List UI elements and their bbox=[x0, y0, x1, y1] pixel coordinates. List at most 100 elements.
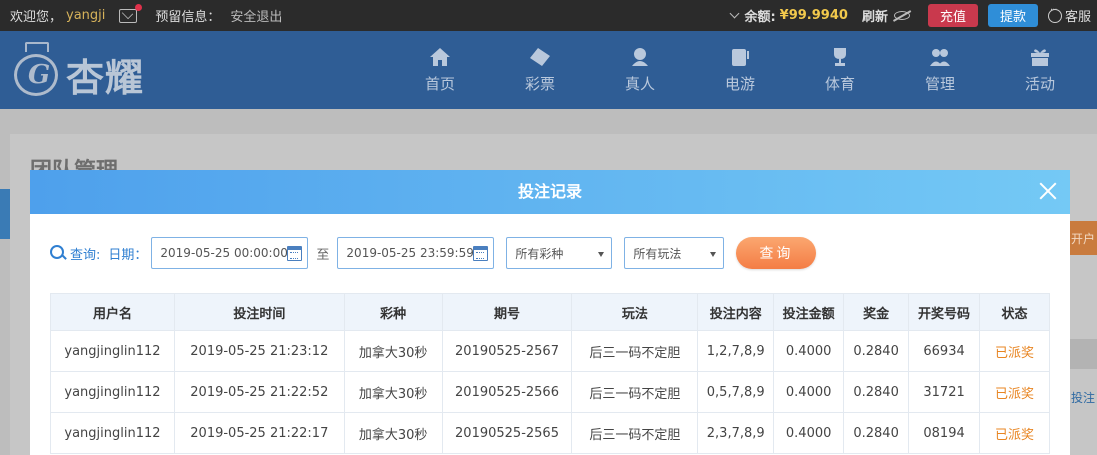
bet-link[interactable]: 投注 bbox=[1071, 389, 1095, 406]
to-label: 至 bbox=[316, 247, 330, 263]
withdraw-button[interactable]: 提款 bbox=[987, 4, 1038, 27]
nav-label: 电游 bbox=[724, 74, 755, 93]
table-cell: 0.2840 bbox=[843, 371, 910, 413]
search-icon bbox=[50, 245, 66, 261]
modal-header: 投注记录 bbox=[30, 170, 1070, 214]
customer-service-label: 客服 bbox=[1064, 10, 1091, 25]
column-header: 状态 bbox=[979, 293, 1050, 331]
column-header: 投注内容 bbox=[697, 293, 775, 331]
refresh-link[interactable]: 刷新 bbox=[862, 6, 888, 25]
nav-label: 管理 bbox=[924, 74, 955, 93]
calendar-icon[interactable] bbox=[473, 246, 489, 261]
table-cell: 66934 bbox=[908, 330, 981, 372]
start-date-input[interactable]: 2019-05-25 00:00:00 bbox=[151, 237, 309, 269]
dropdown-arrow-icon bbox=[710, 252, 717, 257]
gift-icon bbox=[1031, 48, 1049, 66]
nav-management[interactable]: 管理 bbox=[890, 31, 990, 109]
balance-value: ¥99.9940 bbox=[779, 8, 848, 23]
nav-label: 彩票 bbox=[524, 74, 555, 93]
reserved-info-label: 预留信息： bbox=[155, 10, 221, 25]
trophy-icon bbox=[834, 47, 846, 66]
column-header: 投注时间 bbox=[173, 293, 345, 331]
top-bar: 欢迎您， yangji 预留信息： 安全退出 余额: ¥99.9940 刷新 充… bbox=[0, 0, 1097, 31]
status-cell: 已派奖 bbox=[979, 412, 1050, 454]
table-cell: 0.2840 bbox=[843, 412, 910, 454]
table-cell: 0.4000 bbox=[773, 330, 845, 372]
mail-icon[interactable] bbox=[119, 3, 143, 23]
column-header: 投注金额 bbox=[773, 293, 845, 331]
query-button[interactable]: 查询 bbox=[736, 237, 817, 269]
nav-sports[interactable]: 体育 bbox=[790, 31, 890, 109]
table-row[interactable]: yangjinglin112 2019-05-25 21:22:17 加拿大30秒 2… bbox=[50, 412, 1050, 454]
balance-label: 余额: bbox=[744, 10, 776, 25]
column-header: 玩法 bbox=[571, 293, 699, 331]
side-accent bbox=[0, 189, 10, 239]
dropdown-arrow-icon bbox=[598, 252, 605, 257]
open-account-button[interactable]: 开户 bbox=[1069, 221, 1097, 255]
live-dealer-icon bbox=[632, 47, 648, 66]
logo[interactable]: G 杏耀 bbox=[12, 37, 144, 102]
nav-label: 首页 bbox=[424, 74, 455, 93]
notification-dot bbox=[135, 3, 143, 11]
status-cell: 已派奖 bbox=[979, 330, 1050, 372]
play-select[interactable]: 所有玩法 bbox=[624, 237, 725, 269]
table-header-row: 用户名 投注时间 彩种 期号 玩法 投注内容 投注金额 奖金 开奖号码 状态 bbox=[50, 293, 1050, 331]
nav-live[interactable]: 真人 bbox=[590, 31, 690, 109]
table-cell: yangjinglin112 bbox=[50, 330, 175, 372]
end-date-input[interactable]: 2019-05-25 23:59:59 bbox=[337, 237, 495, 269]
table-cell: 0.4000 bbox=[773, 371, 845, 413]
home-icon bbox=[430, 47, 450, 66]
logo-text: 杏耀 bbox=[66, 56, 145, 100]
column-header: 期号 bbox=[441, 293, 573, 331]
table-cell: 08194 bbox=[908, 412, 981, 454]
slot-machine-icon bbox=[732, 48, 749, 66]
nav-lottery[interactable]: 彩票 bbox=[490, 31, 590, 109]
table-cell: 2,3,7,8,9 bbox=[697, 412, 775, 454]
nav-activity[interactable]: 活动 bbox=[990, 31, 1090, 109]
close-icon[interactable] bbox=[1038, 181, 1058, 201]
bet-records-table: 用户名 投注时间 彩种 期号 玩法 投注内容 投注金额 奖金 开奖号码 状态 yangjingli… bbox=[50, 293, 1050, 454]
chevron-down-icon[interactable] bbox=[730, 8, 740, 19]
welcome-text: 欢迎您， bbox=[10, 10, 63, 25]
table-cell: yangjinglin112 bbox=[50, 371, 175, 413]
logout-link[interactable]: 安全退出 bbox=[230, 6, 282, 25]
end-date-value: 2019-05-25 23:59:59 bbox=[346, 246, 474, 260]
column-header: 开奖号码 bbox=[908, 293, 981, 331]
table-cell: 加拿大30秒 bbox=[343, 412, 443, 454]
bet-records-modal: 投注记录 查询: 日期： 2019-05-25 00:00:00 至 2019-… bbox=[30, 170, 1070, 455]
table-cell: 2019-05-25 21:22:17 bbox=[173, 412, 345, 454]
username: yangji bbox=[66, 8, 106, 23]
table-cell: 20190525-2565 bbox=[441, 412, 573, 454]
status-cell: 已派奖 bbox=[979, 371, 1050, 413]
customer-service-link[interactable]: 客服 bbox=[1047, 5, 1091, 25]
lottery-select-value: 所有彩种 bbox=[515, 246, 564, 261]
nav-label: 体育 bbox=[824, 74, 855, 93]
nav-label: 活动 bbox=[1024, 74, 1055, 93]
table-cell: 0.2840 bbox=[843, 330, 910, 372]
nav-slots[interactable]: 电游 bbox=[690, 31, 790, 109]
table-cell: 后三一码不定胆 bbox=[571, 330, 699, 372]
nav-home[interactable]: 首页 bbox=[390, 31, 490, 109]
calendar-icon[interactable] bbox=[287, 246, 303, 261]
lottery-icon bbox=[530, 47, 550, 66]
table-cell: 后三一码不定胆 bbox=[571, 412, 699, 454]
table-cell: 31721 bbox=[908, 371, 981, 413]
users-icon bbox=[930, 48, 950, 66]
hide-balance-icon[interactable] bbox=[893, 11, 910, 20]
start-date-value: 2019-05-25 00:00:00 bbox=[160, 246, 288, 260]
table-cell: 0,5,7,8,9 bbox=[697, 371, 775, 413]
table-cell: 2019-05-25 21:22:52 bbox=[173, 371, 345, 413]
crown-icon bbox=[25, 41, 49, 52]
filter-bar: 查询: 日期： 2019-05-25 00:00:00 至 2019-05-25… bbox=[50, 237, 1050, 269]
main-nav: 首页 彩票 真人 电游 体育 管理 活动 bbox=[390, 31, 1090, 109]
play-select-value: 所有玩法 bbox=[633, 246, 682, 261]
chat-icon bbox=[1047, 5, 1062, 23]
date-label: 日期： bbox=[108, 247, 148, 263]
table-row[interactable]: yangjinglin112 2019-05-25 21:22:52 加拿大30秒 2… bbox=[50, 371, 1050, 413]
lottery-select[interactable]: 所有彩种 bbox=[506, 237, 613, 269]
table-row[interactable]: yangjinglin112 2019-05-25 21:23:12 加拿大30秒 2… bbox=[50, 330, 1050, 372]
recharge-button[interactable]: 充值 bbox=[927, 4, 978, 27]
modal-title: 投注记录 bbox=[517, 182, 582, 201]
column-header: 彩种 bbox=[343, 293, 443, 331]
column-header: 用户名 bbox=[50, 293, 175, 331]
